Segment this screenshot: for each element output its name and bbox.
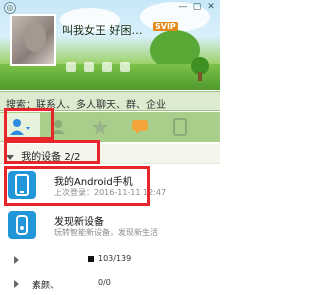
group-people-icon	[51, 120, 65, 134]
svip-badge[interactable]: SVIP	[153, 22, 178, 31]
chevron-right-icon	[14, 280, 19, 288]
group-count: 0/0	[98, 278, 111, 287]
close-button[interactable]: ✕	[206, 2, 216, 12]
device-description: 玩转智能新设备，发现新生活	[54, 228, 158, 237]
tab-phone[interactable]	[160, 113, 200, 141]
wallet-icon[interactable]	[102, 62, 112, 72]
my-devices-group[interactable]: 我的设备 2/2	[0, 144, 220, 164]
qq-logo: ◎	[4, 2, 16, 14]
chevron-down-icon	[6, 154, 14, 160]
friend-group-row[interactable]: 素颜、 0/0	[0, 274, 220, 294]
avatar[interactable]	[10, 14, 56, 66]
phone-icon	[173, 118, 187, 136]
device-title: 发现新设备	[54, 217, 104, 228]
tab-groups[interactable]	[40, 113, 80, 141]
smart-device-icon	[8, 211, 36, 239]
penguin-icon: ◎	[4, 2, 16, 14]
skin-tree-icon[interactable]	[188, 56, 212, 82]
device-group-label: 我的设备 2/2	[21, 152, 81, 163]
star-icon	[92, 119, 108, 135]
maximize-button[interactable]: ▢	[192, 2, 202, 12]
group-count: 103/139	[98, 254, 132, 263]
contact-person-icon	[10, 119, 30, 135]
mail-icon[interactable]	[66, 62, 76, 72]
device-android-phone[interactable]: 我的Android手机 上次登录：2016-11-11 12:47	[0, 166, 220, 204]
face-blurred	[24, 22, 46, 52]
device-last-login: 上次登录：2016-11-11 12:47	[54, 188, 167, 197]
status-icon-row	[66, 62, 130, 72]
main-tabs	[0, 112, 220, 142]
window-controls: — ▢ ✕	[178, 2, 216, 12]
minimize-button[interactable]: —	[178, 2, 188, 12]
tab-chat[interactable]	[120, 113, 160, 141]
zone-icon[interactable]	[84, 62, 94, 72]
device-title: 我的Android手机	[54, 177, 133, 188]
group-marker-icon	[88, 256, 94, 262]
device-discover[interactable]: 发现新设备 玩转智能新设备，发现新生活	[0, 206, 220, 244]
android-phone-icon	[8, 171, 36, 199]
friend-group-row[interactable]: 103/139	[0, 250, 220, 270]
profile-header: ◎ — ▢ ✕ 叫我女王 好困… SVIP	[0, 0, 220, 90]
search-bar[interactable]: 搜索：联系人、多人聊天、群、企业	[0, 91, 220, 111]
tab-contacts[interactable]	[0, 113, 40, 141]
group-name: 素颜、	[32, 281, 60, 291]
chevron-right-icon	[14, 256, 19, 264]
chat-icon	[132, 120, 148, 134]
more-icon[interactable]	[120, 62, 130, 72]
tab-favorites[interactable]	[80, 113, 120, 141]
nickname[interactable]: 叫我女王 好困…	[62, 22, 143, 38]
